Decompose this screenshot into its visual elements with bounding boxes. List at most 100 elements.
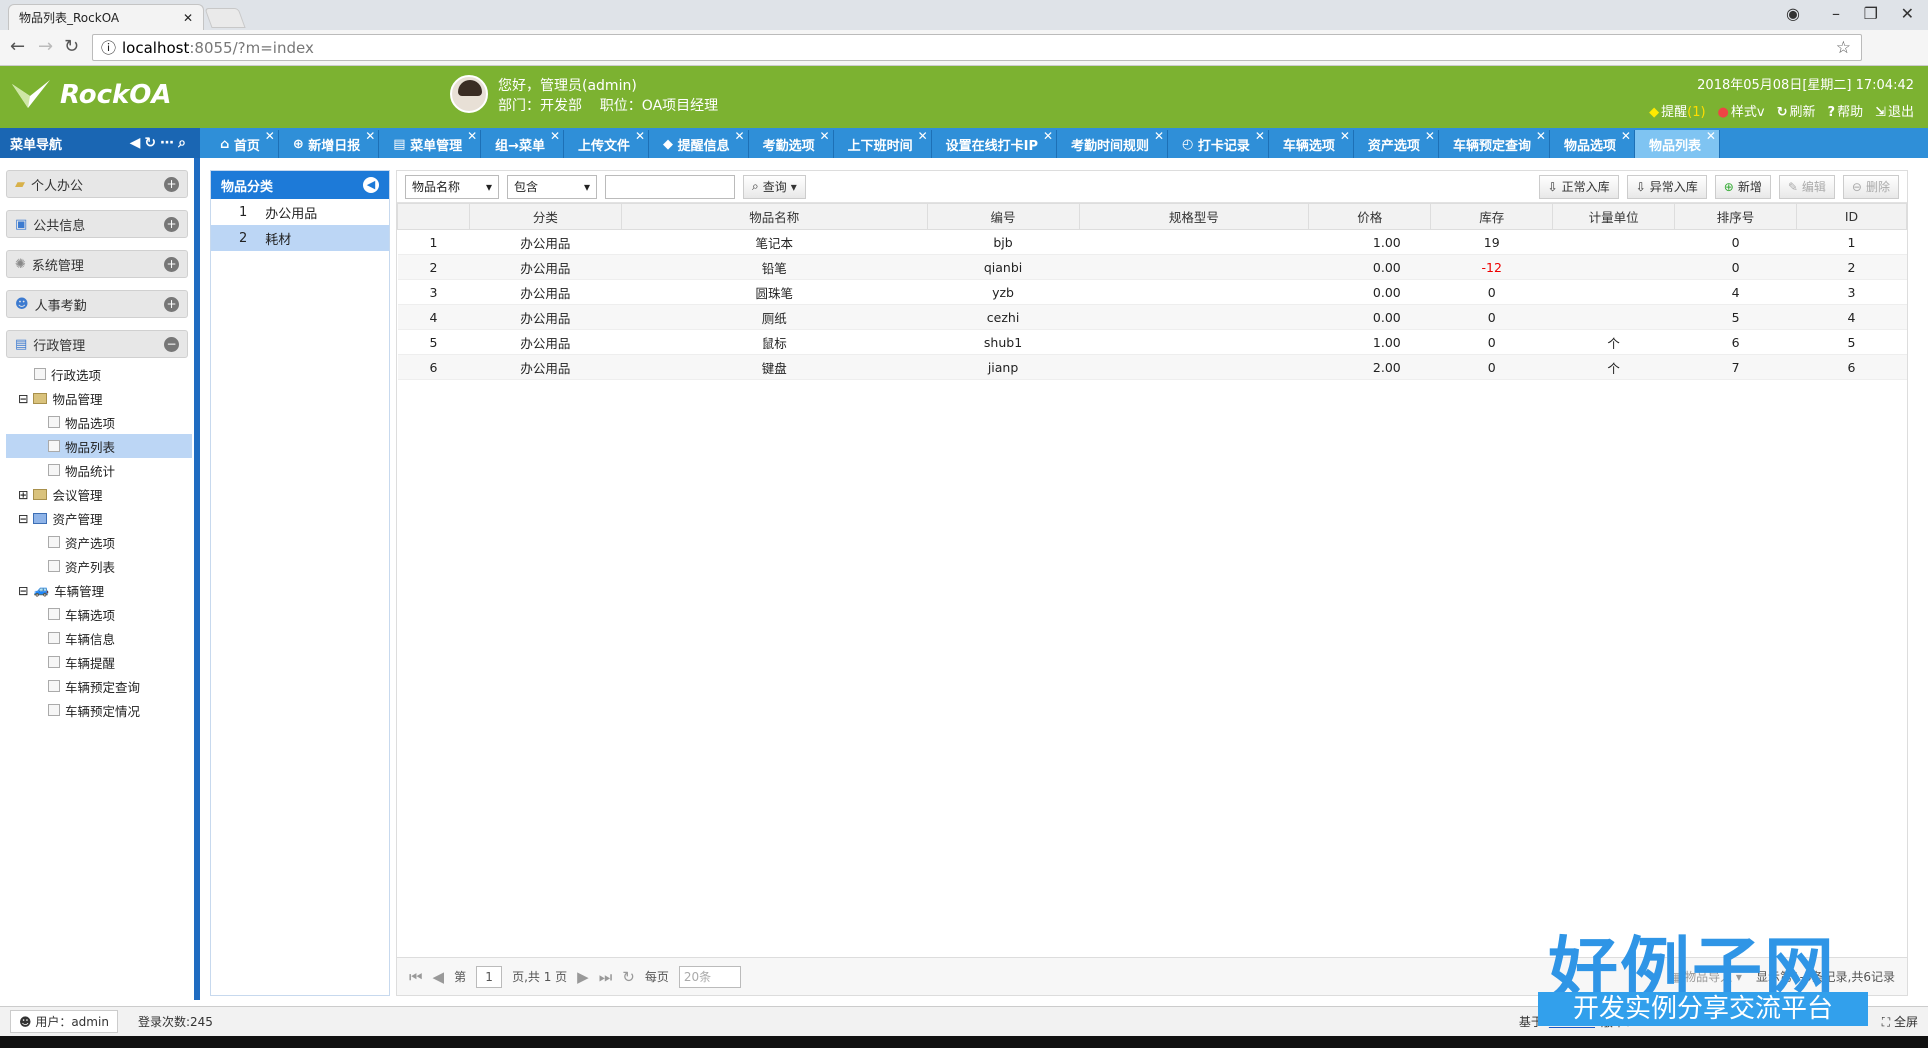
sidebar-section-admin[interactable]: ▤ 行政管理 −	[6, 330, 188, 358]
close-icon[interactable]: ✕	[918, 129, 928, 143]
sidebar-section-hr[interactable]: ☻ 人事考勤 +	[6, 290, 188, 318]
page-input[interactable]: 1	[476, 965, 503, 988]
tree-item-admin-options[interactable]: 行政选项	[14, 362, 194, 386]
logout-link[interactable]: ⇲ 退出	[1875, 101, 1914, 120]
tab-attendance-rules[interactable]: 考勤时间规则 ✕	[1057, 129, 1169, 158]
new-tab-button[interactable]	[204, 8, 246, 28]
tree-item-vehicle-booking-query[interactable]: 车辆预定查询	[14, 674, 194, 698]
table-row[interactable]: 1 办公用品 笔记本 bjb 1.00 19 0 1	[397, 229, 1907, 255]
close-icon[interactable]: ✕	[183, 11, 193, 25]
tree-item-goods[interactable]: ⊟ 物品管理	[14, 386, 194, 410]
close-icon[interactable]: ✕	[467, 129, 477, 143]
tree-item-vehicles[interactable]: ⊟ 🚙 车辆管理	[14, 578, 194, 602]
prev-page-icon[interactable]: ◀	[433, 968, 445, 986]
tab-daily[interactable]: ⊕ 新增日报 ✕	[278, 129, 380, 158]
forward-icon[interactable]: →	[38, 36, 53, 57]
tab-upload[interactable]: 上传文件 ✕	[564, 129, 650, 158]
close-icon[interactable]: ✕	[1043, 129, 1053, 143]
collapse-icon[interactable]: ⊟	[18, 583, 28, 598]
tree-item-assets[interactable]: ⊟ 资产管理	[14, 506, 194, 530]
tree-item-vehicle-info[interactable]: 车辆信息	[14, 626, 194, 650]
rockoa-link[interactable]: RockOA	[1549, 1015, 1595, 1029]
expand-icon[interactable]: +	[164, 257, 179, 272]
close-icon[interactable]: ✕	[1536, 129, 1546, 143]
help-link[interactable]: ? 帮助	[1828, 101, 1864, 120]
reload-icon[interactable]: ↻	[64, 36, 79, 57]
tab-punch-ip[interactable]: 设置在线打卡IP ✕	[931, 129, 1057, 158]
close-icon[interactable]: ✕	[635, 129, 645, 143]
tab-goods-options[interactable]: 物品选项 ✕	[1549, 129, 1635, 158]
expand-icon[interactable]: +	[164, 297, 179, 312]
close-icon[interactable]: ✕	[1425, 129, 1435, 143]
sidebar-section-personal[interactable]: ▰ 个人办公 +	[6, 170, 188, 198]
col-id[interactable]: ID	[1796, 203, 1907, 230]
maximize-icon[interactable]: ❐	[1864, 4, 1878, 23]
url-input[interactable]: ⓘ localhost:8055/?m=index ☆	[92, 34, 1862, 61]
browser-tab[interactable]: 物品列表_RockOA ✕	[8, 4, 204, 30]
refresh-link[interactable]: ↻ 刷新	[1777, 101, 1816, 120]
menu-controls[interactable]: ◀↻⋯⌕	[130, 135, 190, 151]
collapse-icon[interactable]: −	[164, 337, 179, 352]
close-icon[interactable]: ✕	[1255, 129, 1265, 143]
minimize-icon[interactable]: –	[1832, 4, 1840, 23]
expand-icon[interactable]: +	[164, 177, 179, 192]
tab-group-menu[interactable]: 组→菜单 ✕	[481, 129, 565, 158]
tab-remind[interactable]: ◆ 提醒信息 ✕	[649, 129, 749, 158]
tab-goods-list[interactable]: 物品列表 ✕	[1634, 129, 1720, 158]
tab-work-time[interactable]: 上下班时间 ✕	[833, 129, 932, 158]
query-button[interactable]: ⌕ 查询 ▾	[743, 174, 806, 199]
import-button[interactable]: ▦ 物品导入 ▾	[1669, 968, 1742, 985]
abnormal-stock-in-button[interactable]: ⇩ 异常入库	[1626, 174, 1707, 199]
last-page-icon[interactable]: ⏭	[599, 968, 613, 986]
refresh-icon[interactable]: ↻	[622, 968, 635, 986]
back-icon[interactable]: ←	[10, 36, 25, 57]
collapse-left-icon[interactable]: ◀	[363, 177, 379, 193]
tree-item-asset-options[interactable]: 资产选项	[14, 530, 194, 554]
table-row[interactable]: 2 办公用品 铅笔 qianbi 0.00 -12 0 2	[397, 254, 1907, 280]
tab-attendance-options[interactable]: 考勤选项 ✕	[748, 129, 834, 158]
col-spec[interactable]: 规格型号	[1078, 203, 1310, 230]
tab-asset-options[interactable]: 资产选项 ✕	[1353, 129, 1439, 158]
table-row[interactable]: 6 办公用品 键盘 jianp 2.00 0 个 7 6	[397, 354, 1907, 380]
close-icon[interactable]: ✕	[265, 129, 275, 143]
next-page-icon[interactable]: ▶	[577, 968, 589, 986]
tree-item-goods-options[interactable]: 物品选项	[14, 410, 194, 434]
sidebar-section-public[interactable]: ▣ 公共信息 +	[6, 210, 188, 238]
close-icon[interactable]: ✕	[1340, 129, 1350, 143]
table-row[interactable]: 5 办公用品 鼠标 shub1 1.00 0 个 6 5	[397, 329, 1907, 355]
first-page-icon[interactable]: ⏮	[409, 968, 423, 986]
sidebar-section-system[interactable]: ✺ 系统管理 +	[6, 250, 188, 278]
tab-vehicle-booking[interactable]: 车辆预定查询 ✕	[1438, 129, 1550, 158]
profile-icon[interactable]: ◉	[1786, 4, 1800, 23]
close-icon[interactable]: ✕	[1706, 129, 1716, 143]
close-icon[interactable]: ✕	[550, 129, 560, 143]
avatar[interactable]	[450, 75, 488, 113]
close-icon[interactable]: ✕	[735, 129, 745, 143]
col-code[interactable]: 编号	[926, 203, 1080, 230]
remind-link[interactable]: ◆ 提醒(1)	[1649, 101, 1705, 120]
tab-punch-record[interactable]: ◴ 打卡记录 ✕	[1168, 129, 1269, 158]
close-icon[interactable]: ✕	[1154, 129, 1164, 143]
tree-item-vehicle-booking-status[interactable]: 车辆预定情况	[14, 698, 194, 722]
category-item[interactable]: 1 办公用品	[211, 199, 389, 225]
table-row[interactable]: 3 办公用品 圆珠笔 yzb 0.00 0 4 3	[397, 279, 1907, 305]
edit-button[interactable]: ✎ 编辑	[1778, 174, 1835, 199]
category-item[interactable]: 2 耗材	[211, 225, 389, 251]
tree-item-goods-stats[interactable]: 物品统计	[14, 458, 194, 482]
tree-item-goods-list[interactable]: 物品列表	[6, 434, 192, 458]
tree-item-meeting[interactable]: ⊞ 会议管理	[14, 482, 194, 506]
bookmark-star-icon[interactable]: ☆	[1836, 38, 1851, 58]
search-input[interactable]	[605, 174, 735, 199]
expand-icon[interactable]: +	[164, 217, 179, 232]
per-page-select[interactable]: 20条	[678, 965, 741, 988]
tab-menu[interactable]: ▤ 菜单管理 ✕	[379, 129, 482, 158]
col-price[interactable]: 价格	[1308, 203, 1432, 230]
field-select[interactable]: 物品名称 ▾	[405, 174, 499, 199]
delete-button[interactable]: ⊖ 删除	[1842, 174, 1899, 199]
operator-select[interactable]: 包含 ▾	[507, 174, 597, 199]
col-unit[interactable]: 计量单位	[1552, 203, 1676, 230]
tab-vehicle-options[interactable]: 车辆选项 ✕	[1268, 129, 1354, 158]
close-icon[interactable]: ✕	[365, 129, 375, 143]
fullscreen-button[interactable]: ⛶ 全屏	[1882, 1013, 1918, 1030]
tree-item-vehicle-remind[interactable]: 车辆提醒	[14, 650, 194, 674]
